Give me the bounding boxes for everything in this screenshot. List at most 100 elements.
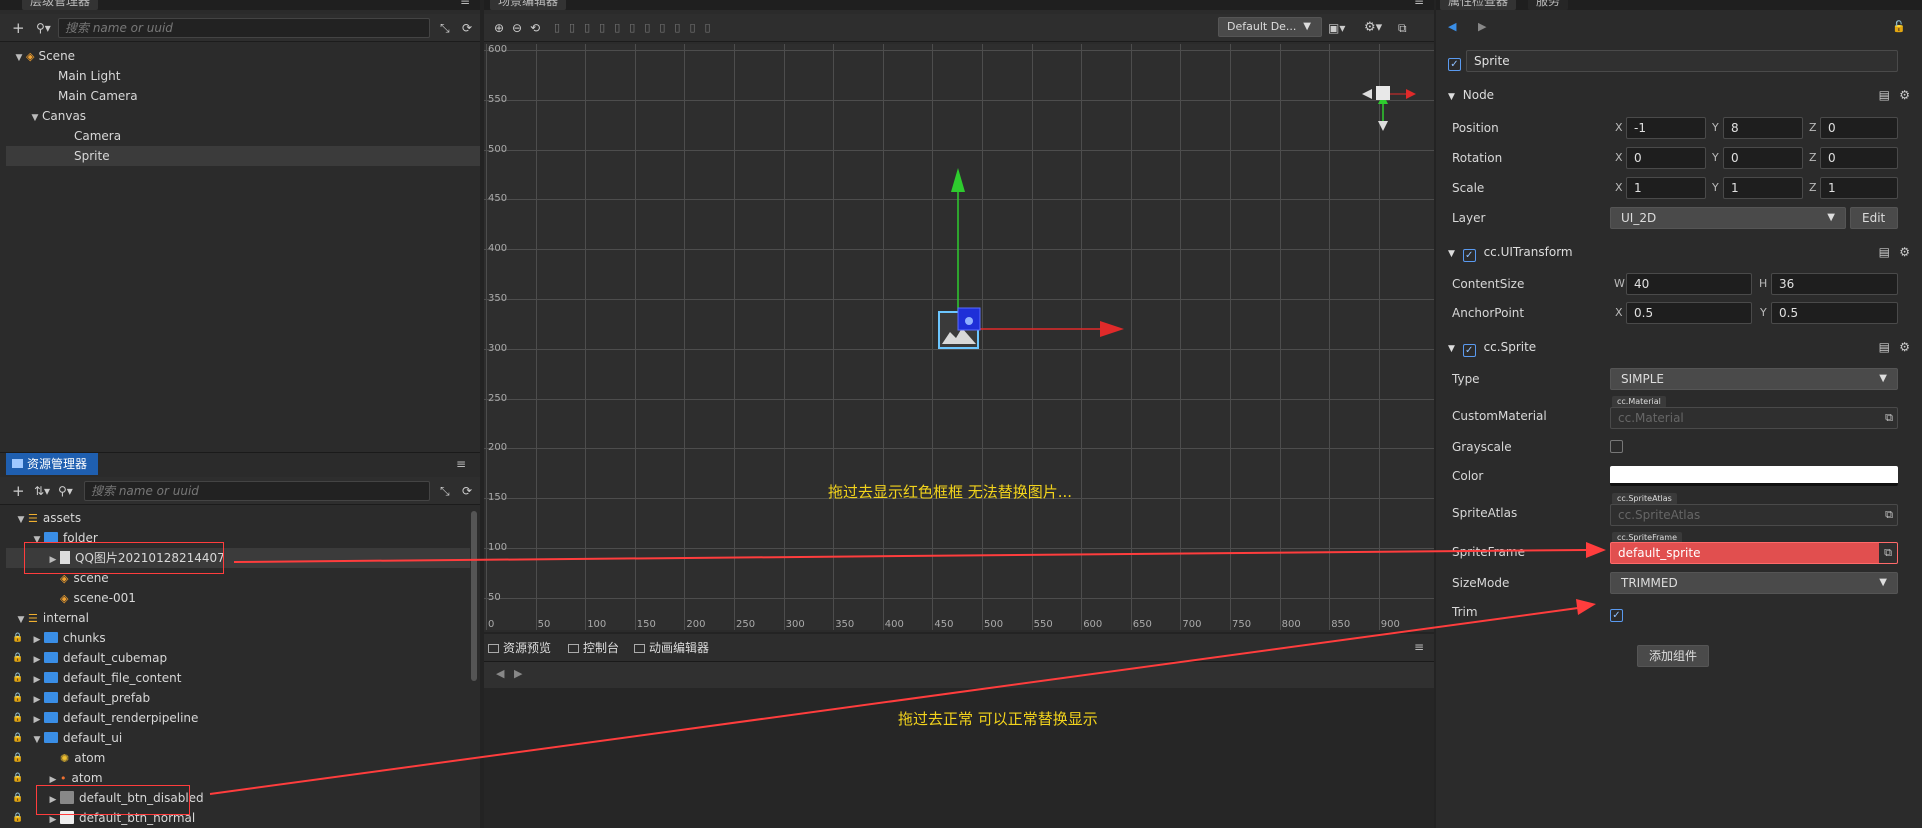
asset-item[interactable]: 🔒 ▶ default_cubemap [6, 648, 470, 668]
tab-bottom-2[interactable]: 动画编辑器 [634, 634, 709, 662]
hierarchy-item[interactable]: ▼ ◈ Scene [6, 46, 480, 66]
spriteatlas-field[interactable]: cc.SpriteAtlas ⧉ [1610, 504, 1898, 526]
hierarchy-item[interactable]: Camera [6, 126, 480, 146]
search-type-icon[interactable]: ⚲▾ [58, 483, 73, 499]
position-z-input[interactable]: 0 [1820, 117, 1898, 139]
zoom-out-icon[interactable]: ⊖ [512, 20, 522, 36]
search-type-icon[interactable]: ⚲▾ [36, 20, 51, 36]
asset-item[interactable]: ◈ scene-001 [6, 588, 470, 608]
expand-arrow-icon[interactable]: ▶ [30, 630, 44, 650]
add-asset-icon[interactable]: + [12, 483, 25, 499]
refresh-icon[interactable]: ⟳ [462, 20, 472, 36]
expand-arrow-icon[interactable]: ▶ [30, 710, 44, 730]
view-mode-icon[interactable]: ▣▾ [1328, 20, 1345, 36]
sizemode-select[interactable]: TRIMMED ▼ [1610, 572, 1898, 594]
scale-z-input[interactable]: 1 [1820, 177, 1898, 199]
gear-icon[interactable]: ⚙ [1899, 240, 1910, 264]
collapse-icon[interactable]: ⤡ [440, 483, 450, 499]
tab-scene-editor[interactable]: 场景编辑器 [490, 0, 567, 10]
next-icon[interactable]: ▶ [514, 667, 522, 680]
gear-icon[interactable]: ⚙ [1899, 335, 1910, 359]
tab-services[interactable]: 服务 [1528, 0, 1569, 10]
docs-icon[interactable]: ▤ [1879, 335, 1890, 359]
rotation-x-input[interactable]: 0 [1626, 147, 1706, 169]
refresh-icon[interactable]: ⟳ [462, 483, 472, 499]
sprite-gizmo[interactable] [484, 44, 1434, 630]
expand-arrow-icon[interactable]: ▼ [30, 730, 44, 750]
prev-icon[interactable]: ◀ [496, 667, 504, 680]
hierarchy-search-input[interactable]: 搜索 name or uuid [58, 18, 430, 38]
panel-menu-icon[interactable]: ≡ [1414, 0, 1424, 8]
camera-select[interactable]: Default De... ▼ [1218, 17, 1322, 37]
sort-icon[interactable]: ⇅▾ [34, 483, 50, 499]
gear-icon[interactable]: ⚙ [1899, 83, 1910, 107]
tab-bottom-0[interactable]: 资源预览 [488, 634, 551, 662]
forward-icon[interactable]: ▶ [1478, 20, 1486, 33]
anchor-y-input[interactable]: 0.5 [1771, 302, 1898, 324]
node-name-input[interactable]: Sprite [1466, 50, 1898, 72]
node-active-checkbox[interactable]: ✓ [1448, 54, 1461, 71]
fullscreen-icon[interactable]: ⧉ [1398, 20, 1407, 36]
scale-y-input[interactable]: 1 [1723, 177, 1803, 199]
assets-search-input[interactable]: 搜索 name or uuid [84, 481, 430, 501]
assets-scrollbar[interactable] [471, 511, 477, 681]
type-select[interactable]: SIMPLE ▼ [1610, 368, 1898, 390]
add-node-icon[interactable]: + [12, 20, 25, 36]
hierarchy-item[interactable]: Sprite [6, 146, 480, 166]
tab-inspector[interactable]: 属性检查器 [1440, 0, 1517, 10]
reset-view-icon[interactable]: ⟲ [530, 20, 540, 36]
asset-item[interactable]: ▼ ☰ assets [6, 508, 470, 528]
anchor-point[interactable] [965, 317, 973, 325]
section-node[interactable]: ▼ Node ▤ ⚙ [1440, 83, 1914, 107]
hierarchy-item[interactable]: ▼ Canvas [6, 106, 480, 126]
tab-assets[interactable]: 资源管理器 [6, 453, 98, 475]
uitransform-enabled-checkbox[interactable]: ✓ [1462, 249, 1476, 262]
docs-icon[interactable]: ▤ [1879, 83, 1890, 107]
scale-x-input[interactable]: 1 [1626, 177, 1706, 199]
panel-menu-icon[interactable]: ≡ [456, 457, 466, 471]
layer-edit-button[interactable]: Edit [1850, 207, 1898, 229]
rotation-y-input[interactable]: 0 [1723, 147, 1803, 169]
settings-gear-icon[interactable]: ⚙▾ [1364, 20, 1382, 36]
contentsize-h-input[interactable]: 36 [1771, 273, 1898, 295]
zoom-in-icon[interactable]: ⊕ [494, 20, 504, 36]
pick-asset-icon[interactable]: ⧉ [1879, 543, 1897, 563]
custommaterial-field[interactable]: cc.Material ⧉ [1610, 407, 1898, 429]
panel-menu-icon[interactable]: ≡ [460, 0, 470, 8]
sprite-enabled-checkbox[interactable]: ✓ [1462, 344, 1476, 357]
tab-bottom-1[interactable]: 控制台 [568, 634, 619, 662]
section-sprite[interactable]: ▼ ✓ cc.Sprite ▤ ⚙ [1440, 335, 1914, 359]
asset-item[interactable]: 🔒 ▼ default_ui [6, 728, 470, 748]
spriteframe-field[interactable]: default_sprite ⧉ [1610, 542, 1898, 564]
expand-arrow-icon[interactable]: ▼ [12, 48, 26, 68]
anchor-x-input[interactable]: 0.5 [1626, 302, 1752, 324]
add-component-button[interactable]: 添加组件 [1637, 645, 1709, 667]
tab-hierarchy[interactable]: 层级管理器 [22, 0, 99, 10]
contentsize-w-input[interactable]: 40 [1626, 273, 1752, 295]
docs-icon[interactable]: ▤ [1879, 240, 1890, 264]
expand-arrow-icon[interactable]: ▶ [30, 690, 44, 710]
asset-item[interactable]: 🔒 ▶ default_renderpipeline [6, 708, 470, 728]
asset-item[interactable]: 🔒 ▶ default_file_content [6, 668, 470, 688]
back-icon[interactable]: ◀ [1448, 20, 1456, 33]
rotation-z-input[interactable]: 0 [1820, 147, 1898, 169]
expand-arrow-icon[interactable]: ▼ [28, 108, 42, 128]
expand-arrow-icon[interactable]: ▶ [30, 650, 44, 670]
asset-item[interactable]: 🔒 ▶ default_prefab [6, 688, 470, 708]
trim-checkbox[interactable]: ✓ [1610, 605, 1623, 622]
asset-item[interactable]: 🔒 ✺ atom [6, 748, 470, 768]
position-x-input[interactable]: -1 [1626, 117, 1706, 139]
scene-viewport[interactable]: 600 550 500 450 400 350 300 250 200 150 100 50 0 50 10… [484, 44, 1434, 630]
position-y-input[interactable]: 8 [1723, 117, 1803, 139]
view-gizmo[interactable] [1362, 86, 1416, 131]
hierarchy-item[interactable]: Main Light [6, 66, 480, 86]
hierarchy-item[interactable]: Main Camera [6, 86, 480, 106]
grayscale-checkbox[interactable] [1610, 440, 1623, 454]
expand-arrow-icon[interactable]: ▼ [14, 610, 28, 630]
x-arrow-icon[interactable] [1100, 321, 1124, 337]
color-swatch[interactable] [1610, 466, 1898, 486]
expand-arrow-icon[interactable]: ▼ [14, 510, 28, 530]
section-uitransform[interactable]: ▼ ✓ cc.UITransform ▤ ⚙ [1440, 240, 1914, 264]
expand-arrow-icon[interactable]: ▶ [30, 670, 44, 690]
collapse-icon[interactable]: ⤡ [440, 20, 450, 36]
